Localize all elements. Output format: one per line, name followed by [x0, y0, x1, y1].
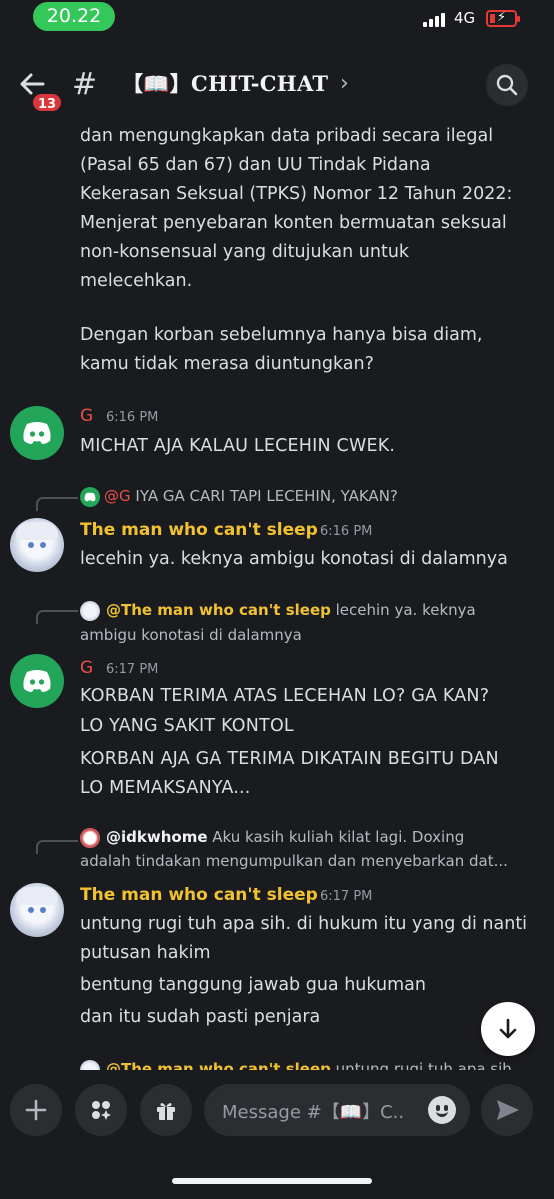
message-text-line: bentung tanggung jawab gua hukuman — [80, 975, 426, 995]
status-time: 20.22 — [33, 2, 115, 31]
message-text-line: dan mengungkapkan data pribadi secara il… — [80, 126, 494, 146]
reply-author: @G — [104, 487, 131, 505]
arrow-down-icon — [499, 1018, 517, 1039]
reply-text: lecehin ya. keknya — [335, 601, 476, 619]
message-text-line: Dengan korban sebelumnya hanya bisa diam… — [80, 325, 483, 345]
discord-mini-avatar — [80, 486, 100, 507]
discord-avatar[interactable] — [10, 406, 64, 460]
user-mini-avatar — [80, 600, 100, 621]
message-timestamp: 6:16 PM — [106, 410, 159, 425]
battery-icon: ⚡ — [486, 10, 520, 27]
signal-icon — [423, 13, 445, 27]
message-input-placeholder: Message #【📖】C.. — [222, 1102, 405, 1123]
unread-badge: 13 — [31, 92, 64, 113]
user-mini-avatar — [80, 1059, 100, 1070]
message-author[interactable]: The man who can't sleep — [80, 520, 318, 540]
add-attachment-button[interactable] — [10, 1084, 62, 1136]
search-button[interactable] — [486, 64, 528, 106]
message-author[interactable]: G — [80, 406, 93, 426]
message-text-line: Kekerasan Seksual (TPKS) Nomor 12 Tahun … — [80, 184, 513, 204]
gift-icon — [157, 1103, 175, 1120]
message-text-line: putusan hakim — [80, 943, 211, 963]
home-indicator — [172, 1178, 372, 1184]
message-list[interactable]: dan mengungkapkan data pribadi secara il… — [0, 120, 554, 1070]
network-type: 4G — [454, 9, 476, 27]
reply-author: @The man who can't sleep — [106, 601, 331, 619]
reply-text: Aku kasih kuliah kilat lagi. Doxing — [212, 828, 465, 846]
user-mini-avatar — [80, 827, 100, 848]
reply-preview[interactable]: @The man who can't sleep lecehin ya. kek… — [80, 598, 476, 623]
channel-header: 13 # 【📖】CHIT-CHAT › — [0, 56, 554, 116]
reply-connector — [36, 610, 78, 624]
message-timestamp: 6:17 PM — [106, 662, 159, 677]
reply-text: untung rugi tuh apa sih — [335, 1060, 512, 1070]
plus-icon — [25, 1099, 47, 1121]
reply-preview[interactable]: @The man who can't sleep untung rugi tuh… — [80, 1057, 512, 1070]
send-button[interactable] — [481, 1084, 533, 1136]
reply-preview[interactable]: @idkwhome Aku kasih kuliah kilat lagi. D… — [80, 825, 464, 850]
message-author[interactable]: G — [80, 658, 93, 678]
message-text-line: untung rugi tuh apa sih. di hukum itu ya… — [80, 914, 528, 934]
chevron-right-icon[interactable]: › — [340, 70, 349, 98]
message-text-line: lecehin ya. keknya ambigu konotasi di da… — [80, 549, 508, 569]
message-text-line: LO YANG SAKIT KONTOL — [80, 716, 294, 736]
message-text-line: LO MEMAKSANYA... — [80, 778, 251, 798]
channel-hash-icon: # — [72, 67, 98, 102]
user-avatar[interactable] — [10, 883, 64, 937]
apps-icon — [92, 1101, 111, 1120]
reply-connector — [36, 497, 78, 511]
reply-text: IYA GA CARI TAPI LECEHIN, YAKAN? — [135, 487, 398, 505]
message-text-line: dan itu sudah pasti penjara — [80, 1007, 321, 1027]
reply-connector — [36, 840, 78, 854]
discord-logo-icon — [23, 422, 51, 444]
message-text-line: Menjerat penyebaran konten bermuatan sek… — [80, 213, 507, 233]
channel-name[interactable]: 【📖】CHIT-CHAT — [122, 70, 328, 98]
discord-logo-icon — [23, 670, 51, 692]
send-icon — [497, 1100, 519, 1120]
message-timestamp: 6:16 PM — [320, 524, 373, 539]
message-text-line: non-konsensual yang ditujukan untuk — [80, 242, 410, 262]
message-text-line: melecehkan. — [80, 271, 193, 291]
message-input[interactable]: Message #【📖】C.. — [204, 1084, 470, 1136]
reply-text-continued: ambigu konotasi di dalamnya — [80, 626, 302, 644]
gift-button[interactable] — [140, 1084, 192, 1136]
message-text-line: MICHAT AJA KALAU LECEHIN CWEK. — [80, 436, 396, 456]
user-avatar[interactable] — [10, 518, 64, 572]
emoji-icon[interactable] — [428, 1096, 456, 1124]
message-author[interactable]: The man who can't sleep — [80, 885, 318, 905]
reply-preview[interactable]: @G IYA GA CARI TAPI LECEHIN, YAKAN? — [80, 484, 398, 509]
reply-text-continued: adalah tindakan mengumpulkan dan menyeba… — [80, 852, 508, 870]
status-bar: 20.22 4G ⚡ — [0, 0, 554, 40]
message-text-line: (Pasal 65 dan 67) dan UU Tindak Pidana — [80, 155, 431, 175]
reply-author: @idkwhome — [106, 828, 208, 846]
jump-to-latest-button[interactable] — [481, 1002, 535, 1056]
message-text-line: KORBAN TERIMA ATAS LECEHAN LO? GA KAN? — [80, 686, 490, 706]
message-text-line: kamu tidak merasa diuntungkan? — [80, 354, 374, 374]
message-timestamp: 6:17 PM — [320, 889, 373, 904]
apps-button[interactable] — [75, 1084, 127, 1136]
discord-avatar[interactable] — [10, 654, 64, 708]
message-text-line: KORBAN AJA GA TERIMA DIKATAIN BEGITU DAN — [80, 749, 499, 769]
reply-author: @The man who can't sleep — [106, 1060, 331, 1070]
search-icon — [496, 74, 518, 96]
